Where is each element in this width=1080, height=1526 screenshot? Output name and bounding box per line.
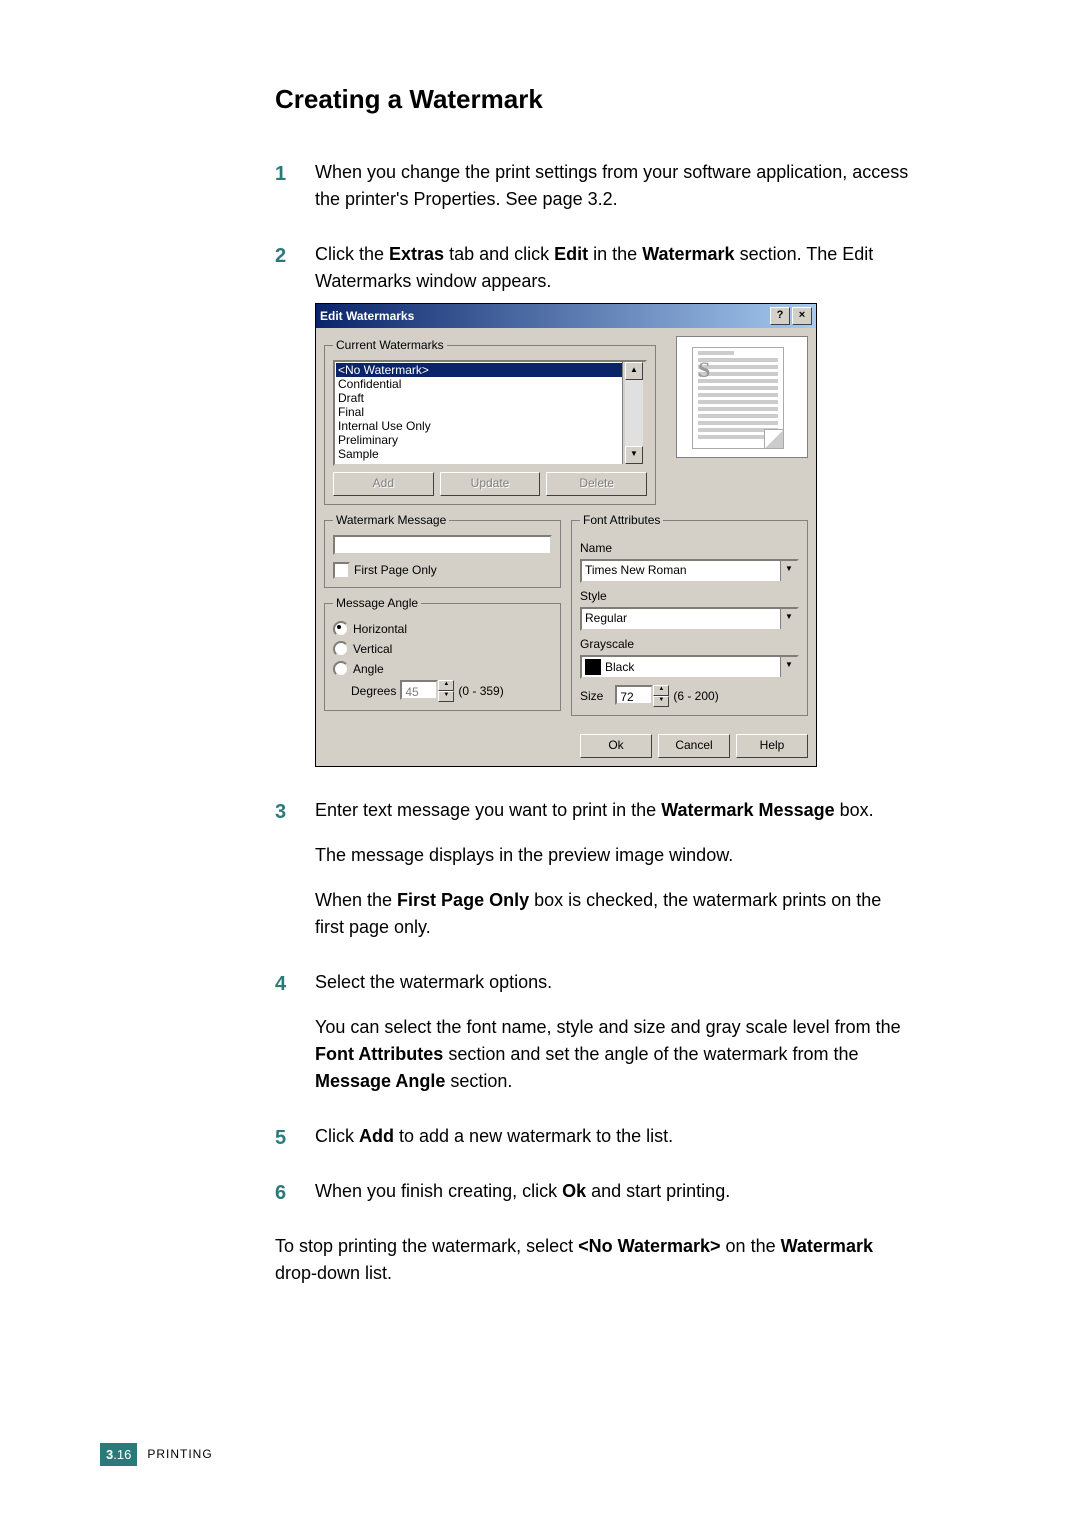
list-item[interactable]: Internal Use Only xyxy=(336,419,644,433)
watermark-message-input[interactable] xyxy=(333,535,552,555)
step-text: Click Add to add a new watermark to the … xyxy=(315,1126,673,1146)
step-number: 1 xyxy=(275,159,286,189)
step-sub: You can select the font name, style and … xyxy=(315,1014,915,1095)
delete-button[interactable]: Delete xyxy=(546,472,647,496)
watermark-listbox[interactable]: <No Watermark> Confidential Draft Final … xyxy=(333,360,647,466)
watermark-message-group: Watermark Message First Page Only xyxy=(324,511,561,588)
page-title: Creating a Watermark xyxy=(275,80,915,119)
list-item[interactable]: Sample xyxy=(336,447,644,461)
dialog-title: Edit Watermarks xyxy=(320,307,768,325)
dropdown-icon[interactable]: ▼ xyxy=(780,657,797,677)
step-text: When you finish creating, click Ok and s… xyxy=(315,1181,730,1201)
step-number: 6 xyxy=(275,1178,286,1208)
dialog-titlebar: Edit Watermarks ? × xyxy=(316,304,816,328)
font-name-select[interactable]: Times New Roman▼ xyxy=(580,559,799,583)
dialog-screenshot: Edit Watermarks ? × Current Watermarks <… xyxy=(315,303,915,767)
step-text: Click the Extras tab and click Edit in t… xyxy=(315,244,873,291)
spin-down-icon[interactable]: ▼ xyxy=(653,696,669,707)
steps-list: 1 When you change the print settings fro… xyxy=(275,159,915,1205)
footer-label: PRINTING xyxy=(147,1445,212,1463)
step-number: 2 xyxy=(275,241,286,271)
grayscale-select[interactable]: Black▼ xyxy=(580,655,799,679)
first-page-checkbox[interactable]: First Page Only xyxy=(333,561,552,579)
scroll-up-icon[interactable]: ▲ xyxy=(625,362,643,380)
dropdown-icon[interactable]: ▼ xyxy=(780,561,797,581)
cancel-button[interactable]: Cancel xyxy=(658,734,730,758)
preview-watermark-letter: S xyxy=(698,353,710,386)
add-button[interactable]: Add xyxy=(333,472,434,496)
step-number: 3 xyxy=(275,797,286,827)
horizontal-radio[interactable]: Horizontal xyxy=(333,620,552,638)
radio-icon[interactable] xyxy=(333,621,349,637)
font-style-select[interactable]: Regular▼ xyxy=(580,607,799,631)
step-text: When you change the print settings from … xyxy=(315,162,908,209)
message-angle-group: Message Angle Horizontal Vertical Angle … xyxy=(324,594,561,711)
tail-paragraph: To stop printing the watermark, select <… xyxy=(275,1233,915,1287)
vertical-radio[interactable]: Vertical xyxy=(333,640,552,658)
step-sub: When the First Page Only box is checked,… xyxy=(315,887,915,941)
color-swatch xyxy=(585,659,601,675)
step-number: 5 xyxy=(275,1123,286,1153)
ok-button[interactable]: Ok xyxy=(580,734,652,758)
degrees-stepper[interactable]: 45 ▲▼ xyxy=(400,680,454,702)
page-fold-icon xyxy=(764,429,783,448)
list-item[interactable]: Final xyxy=(336,405,644,419)
page-number-box: 3.16 xyxy=(100,1443,137,1467)
list-item[interactable]: Preliminary xyxy=(336,433,644,447)
step-sub: The message displays in the preview imag… xyxy=(315,842,915,869)
watermark-preview: S xyxy=(676,336,808,458)
step-text: Enter text message you want to print in … xyxy=(315,800,874,820)
dropdown-icon[interactable]: ▼ xyxy=(780,609,797,629)
spin-up-icon[interactable]: ▲ xyxy=(438,680,454,691)
step-3: 3 Enter text message you want to print i… xyxy=(275,797,915,941)
checkbox-icon[interactable] xyxy=(333,562,350,579)
scrollbar[interactable]: ▲ ▼ xyxy=(622,362,645,464)
step-4: 4 Select the watermark options. You can … xyxy=(275,969,915,1095)
step-5: 5 Click Add to add a new watermark to th… xyxy=(275,1123,915,1150)
step-6: 6 When you finish creating, click Ok and… xyxy=(275,1178,915,1205)
radio-icon[interactable] xyxy=(333,641,349,657)
update-button[interactable]: Update xyxy=(440,472,541,496)
step-number: 4 xyxy=(275,969,286,999)
angle-radio[interactable]: Angle xyxy=(333,660,552,678)
spin-down-icon[interactable]: ▼ xyxy=(438,691,454,702)
edit-watermarks-dialog: Edit Watermarks ? × Current Watermarks <… xyxy=(315,303,817,767)
list-item[interactable]: Confidential xyxy=(336,377,644,391)
list-item[interactable]: Draft xyxy=(336,391,644,405)
current-watermarks-group: Current Watermarks <No Watermark> Confid… xyxy=(324,336,656,505)
size-stepper[interactable]: 72 ▲▼ xyxy=(615,685,669,707)
scroll-down-icon[interactable]: ▼ xyxy=(625,446,643,464)
step-text: Select the watermark options. xyxy=(315,972,552,992)
help-icon[interactable]: ? xyxy=(770,307,790,325)
font-attributes-group: Font Attributes Name Times New Roman▼ St… xyxy=(571,511,808,716)
step-2: 2 Click the Extras tab and click Edit in… xyxy=(275,241,915,767)
step-1: 1 When you change the print settings fro… xyxy=(275,159,915,213)
help-button[interactable]: Help xyxy=(736,734,808,758)
close-icon[interactable]: × xyxy=(792,307,812,325)
spin-up-icon[interactable]: ▲ xyxy=(653,685,669,696)
list-item[interactable]: <No Watermark> xyxy=(336,363,644,377)
radio-icon[interactable] xyxy=(333,661,349,677)
page-footer: 3.16 PRINTING xyxy=(100,1443,213,1467)
